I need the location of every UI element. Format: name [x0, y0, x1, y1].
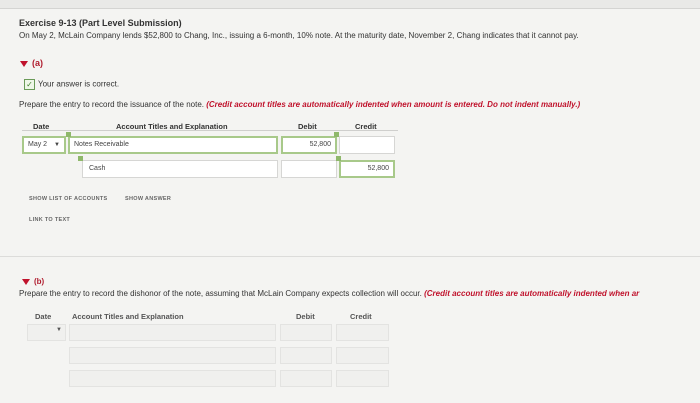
header-debit-b: Debit: [296, 312, 315, 321]
correct-flag-icon: [78, 156, 83, 161]
section-b-label: (b): [34, 277, 45, 286]
show-list-of-accounts-button[interactable]: SHOW LIST OF ACCOUNTS: [29, 196, 108, 202]
link-to-text-button[interactable]: LINK TO TEXT: [29, 217, 70, 223]
debit-field-b-row-2[interactable]: [280, 347, 332, 364]
instruction-b-text: Prepare the entry to record the dishonor…: [19, 289, 425, 298]
credit-field-b-row-1[interactable]: [336, 324, 389, 341]
header-credit-b: Credit: [350, 312, 372, 321]
account-field-b-row-3[interactable]: [69, 370, 276, 387]
section-a-label: (a): [32, 58, 43, 68]
status-text: Your answer is correct.: [38, 79, 120, 89]
exercise-title: Exercise 9-13 (Part Level Submission): [19, 18, 182, 28]
header-date-b: Date: [35, 312, 52, 321]
instruction-a: Prepare the entry to record the issuance…: [19, 100, 580, 109]
debit-field-row-1[interactable]: 52,800: [281, 136, 337, 154]
account-field-row-2[interactable]: Cash: [82, 160, 278, 178]
date-value: May 2: [28, 141, 48, 148]
dropdown-arrow-icon: ▼: [54, 142, 60, 148]
account-field-row-1[interactable]: Notes Receivable: [68, 136, 278, 154]
date-select-b-row-1[interactable]: ▼: [27, 324, 66, 341]
instruction-a-note: (Credit account titles are automatically…: [206, 100, 581, 109]
checkbox-checked-icon: ✓: [24, 79, 35, 90]
date-select-row-1[interactable]: May 2 ▼: [22, 136, 66, 154]
correct-flag-icon: [336, 156, 341, 161]
section-b-toggle[interactable]: (b): [22, 277, 44, 286]
problem-statement: On May 2, McLain Company lends $52,800 t…: [19, 31, 579, 40]
account-field-b-row-2[interactable]: [69, 347, 276, 364]
debit-field-b-row-3[interactable]: [280, 370, 332, 387]
credit-field-row-1[interactable]: [339, 136, 395, 154]
correct-flag-icon: [66, 132, 71, 137]
caret-down-icon: [20, 60, 28, 67]
credit-field-b-row-2[interactable]: [336, 347, 389, 364]
debit-field-row-2[interactable]: [281, 160, 337, 178]
correct-flag-icon: [334, 132, 339, 137]
caret-down-icon: [22, 278, 30, 285]
credit-field-b-row-3[interactable]: [336, 370, 389, 387]
section-divider: [0, 256, 700, 257]
account-field-b-row-1[interactable]: [69, 324, 276, 341]
instruction-a-text: Prepare the entry to record the issuance…: [19, 100, 207, 109]
top-bar: [0, 0, 700, 9]
correct-status: ✓ Your answer is correct.: [24, 79, 119, 90]
credit-field-row-2[interactable]: 52,800: [339, 160, 395, 178]
show-answer-button[interactable]: SHOW ANSWER: [125, 196, 171, 202]
section-a-toggle[interactable]: (a): [20, 58, 43, 68]
instruction-b: Prepare the entry to record the dishonor…: [19, 289, 700, 298]
debit-field-b-row-1[interactable]: [280, 324, 332, 341]
instruction-b-note: (Credit account titles are automatically…: [424, 289, 640, 298]
header-account-b: Account Titles and Explanation: [72, 312, 184, 321]
dropdown-arrow-icon: ▼: [56, 327, 62, 333]
header-divider: [22, 130, 398, 131]
